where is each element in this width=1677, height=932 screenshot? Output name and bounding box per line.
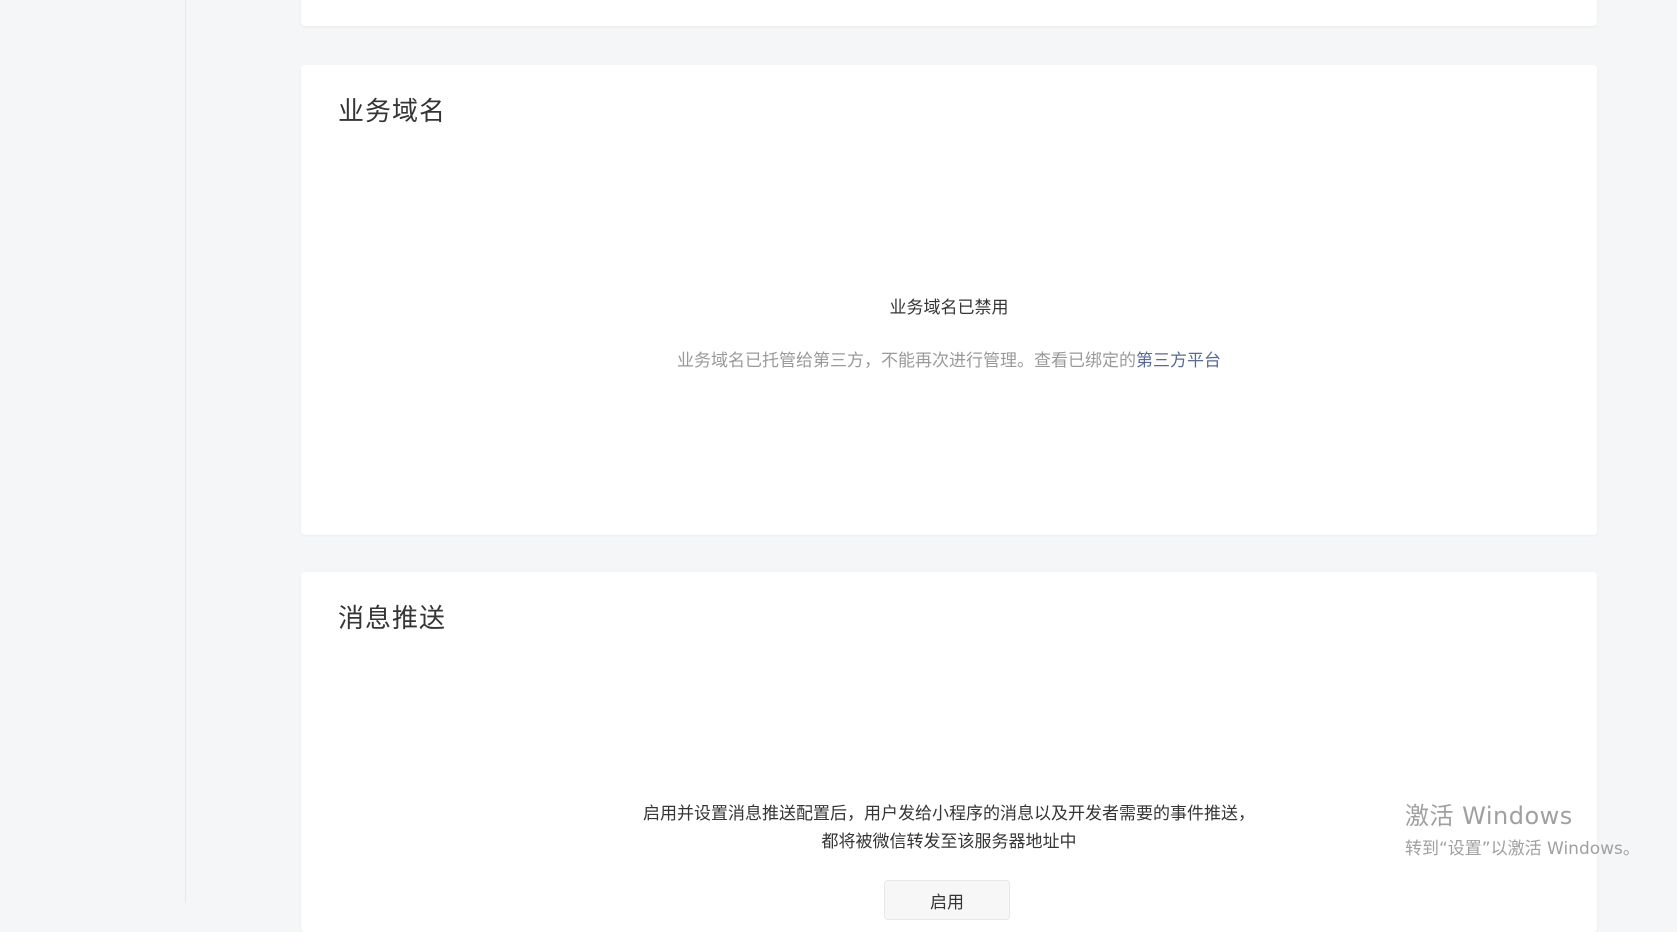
previous-section-card [301,0,1597,26]
sidebar [0,0,186,903]
enable-button[interactable]: 启用 [884,880,1010,920]
business-domain-description: 业务域名已托管给第三方，不能再次进行管理。查看已绑定的第三方平台 [301,346,1597,371]
third-party-platform-link[interactable]: 第三方平台 [1136,351,1221,371]
business-domain-card: 业务域名 业务域名已禁用 业务域名已托管给第三方，不能再次进行管理。查看已绑定的… [301,65,1597,535]
message-push-title: 消息推送 [338,604,447,634]
business-domain-description-text: 业务域名已托管给第三方，不能再次进行管理。查看已绑定的 [677,351,1136,371]
message-push-description: 启用并设置消息推送配置后，用户发给小程序的消息以及开发者需要的事件推送，都将被微… [643,804,1255,852]
business-domain-title: 业务域名 [338,97,447,127]
message-push-card: 消息推送 启用并设置消息推送配置后，用户发给小程序的消息以及开发者需要的事件推送… [301,572,1597,932]
business-domain-status: 业务域名已禁用 [889,298,1009,318]
